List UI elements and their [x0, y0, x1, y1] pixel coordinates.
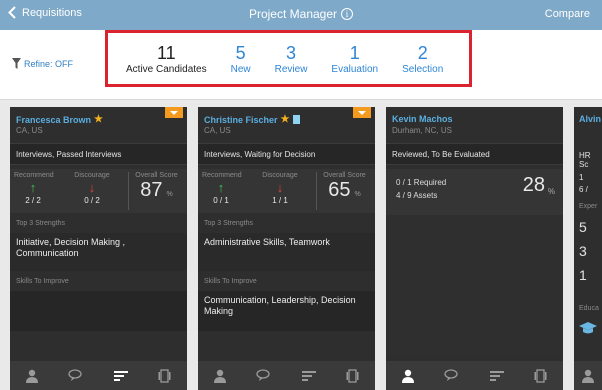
overall-score: Overall Score 65% — [316, 172, 372, 210]
stat-count: 1 — [349, 42, 360, 63]
stat-label: Evaluation — [331, 63, 379, 75]
candidate-location: CA, US — [16, 126, 43, 135]
experience-fragment: Exper — [579, 203, 598, 210]
cards-icon[interactable] — [155, 366, 175, 386]
number-fragment: 1 — [579, 267, 587, 283]
list-icon[interactable] — [299, 366, 319, 386]
stat-evaluation[interactable]: 1 Evaluation — [331, 43, 378, 75]
recommend-metric: Recommend ↑ 0 / 1 — [202, 172, 242, 205]
list-icon[interactable] — [487, 366, 507, 386]
candidate-location: CA, US — [204, 126, 231, 135]
top-nav-bar: Requisitions Project Manager i Compare — [0, 0, 602, 30]
candidate-card[interactable]: Kevin Machos Durham, NC, US Reviewed, To… — [386, 107, 563, 390]
overall-score: 28 — [522, 174, 545, 196]
stat-count: 11 — [156, 42, 176, 63]
star-icon: ★ — [280, 114, 290, 125]
stat-new[interactable]: 5 New — [231, 43, 251, 75]
person-icon[interactable] — [22, 366, 42, 386]
card-body — [386, 215, 563, 355]
evaluation-panel: 0 / 1 Required 4 / 9 Assets 28 % — [386, 169, 563, 215]
improve-heading: Skills To Improve — [204, 278, 257, 285]
stat-label: Selection — [402, 63, 444, 75]
stat-active-candidates[interactable]: 11 Active Candidates — [126, 43, 207, 75]
candidate-card[interactable]: Christine Fischer ★ CA, US Interviews, Wa… — [198, 107, 375, 390]
candidate-location: Durham, NC, US — [392, 126, 453, 135]
stat-selection[interactable]: 2 Selection — [402, 43, 443, 75]
overall-score: Overall Score 87% — [128, 172, 184, 210]
candidate-name[interactable]: Kevin Machos — [392, 114, 453, 124]
strengths-heading: Top 3 Strengths — [204, 220, 254, 227]
assets-fragment: 6 / — [579, 185, 588, 194]
candidate-name[interactable]: Francesca Brown ★ — [16, 114, 103, 125]
stat-count: 5 — [235, 42, 246, 63]
candidate-name[interactable]: Christine Fischer ★ — [204, 114, 300, 125]
number-fragment: 5 — [579, 219, 587, 235]
chat-icon[interactable] — [442, 366, 462, 386]
arrow-up-icon: ↑ — [29, 180, 37, 195]
candidate-status: Interviews, Waiting for Decision — [198, 143, 375, 165]
refine-label: Refine: OFF — [24, 58, 74, 69]
card-menu-flag[interactable] — [165, 107, 183, 118]
card-footer — [198, 361, 375, 390]
cards-icon[interactable] — [531, 366, 551, 386]
improve-text: Communication, Leadership, Decision Maki… — [198, 291, 375, 331]
card-menu-flag[interactable] — [353, 107, 371, 118]
stat-count: 3 — [286, 42, 297, 63]
arrow-up-icon: ↑ — [217, 180, 225, 195]
candidate-card-partial[interactable]: Alvin HR Sc 1 6 / Exper 5 3 1 Educa — [574, 107, 602, 390]
stat-label: Active Candidates — [126, 63, 207, 75]
discourage-metric: Discourage ↓ 1 / 1 — [260, 172, 300, 205]
filter-icon — [12, 58, 21, 69]
stat-review[interactable]: 3 Review — [275, 43, 308, 75]
improve-text — [10, 291, 187, 331]
page-title: Project Manager i — [0, 7, 602, 21]
metrics-panel: Recommend ↑ 0 / 1 Discourage ↓ 1 / 1 Ove… — [198, 169, 375, 213]
person-icon[interactable] — [578, 366, 598, 386]
document-icon — [292, 115, 300, 124]
stat-count: 2 — [417, 42, 428, 63]
info-icon[interactable]: i — [341, 8, 354, 20]
list-icon[interactable] — [111, 366, 131, 386]
strengths-text: Administrative Skills, Teamwork — [198, 233, 375, 271]
strengths-heading: Top 3 Strengths — [16, 220, 66, 227]
score-percent: % — [547, 187, 555, 196]
candidate-stats: 11 Active Candidates 5 New 3 Review 1 Ev… — [105, 30, 472, 87]
discourage-metric: Discourage ↓ 0 / 2 — [72, 172, 112, 205]
stat-label: New — [230, 63, 251, 75]
person-icon[interactable] — [210, 366, 230, 386]
strengths-text: Initiative, Decision Making , Communicat… — [10, 233, 187, 271]
recommend-metric: Recommend ↑ 2 / 2 — [14, 172, 54, 205]
person-icon[interactable] — [398, 366, 418, 386]
compare-button[interactable]: Compare — [545, 8, 590, 20]
card-footer — [574, 361, 602, 390]
star-icon: ★ — [94, 114, 103, 125]
card-footer — [386, 361, 563, 390]
number-fragment: 3 — [579, 243, 587, 259]
stat-label: Review — [274, 63, 308, 75]
candidate-name[interactable]: Alvin — [579, 114, 601, 124]
required-fragment: 1 — [579, 173, 584, 182]
card-footer — [10, 361, 187, 390]
required-count: 0 / 1 Required — [396, 178, 447, 187]
metrics-panel: Recommend ↑ 2 / 2 Discourage ↓ 0 / 2 Ove… — [10, 169, 187, 213]
chat-icon[interactable] — [254, 366, 274, 386]
improve-heading: Skills To Improve — [16, 278, 69, 285]
candidate-card[interactable]: Francesca Brown ★ CA, US Interviews, Pass… — [10, 107, 187, 390]
graduation-cap-icon — [579, 321, 597, 337]
status-fragment: HR Sc — [579, 151, 591, 169]
arrow-down-icon: ↓ — [276, 180, 284, 195]
cards-icon[interactable] — [343, 366, 363, 386]
education-fragment: Educa — [579, 305, 599, 312]
summary-strip: Refine: OFF 11 Active Candidates 5 New 3… — [0, 30, 602, 100]
refine-button[interactable]: Refine: OFF — [12, 58, 73, 69]
candidate-status: Reviewed, To Be Evaluated — [386, 143, 563, 165]
assets-count: 4 / 9 Assets — [396, 191, 438, 200]
candidate-status: Interviews, Passed Interviews — [10, 143, 187, 165]
arrow-down-icon: ↓ — [88, 180, 96, 195]
chat-icon[interactable] — [66, 366, 86, 386]
